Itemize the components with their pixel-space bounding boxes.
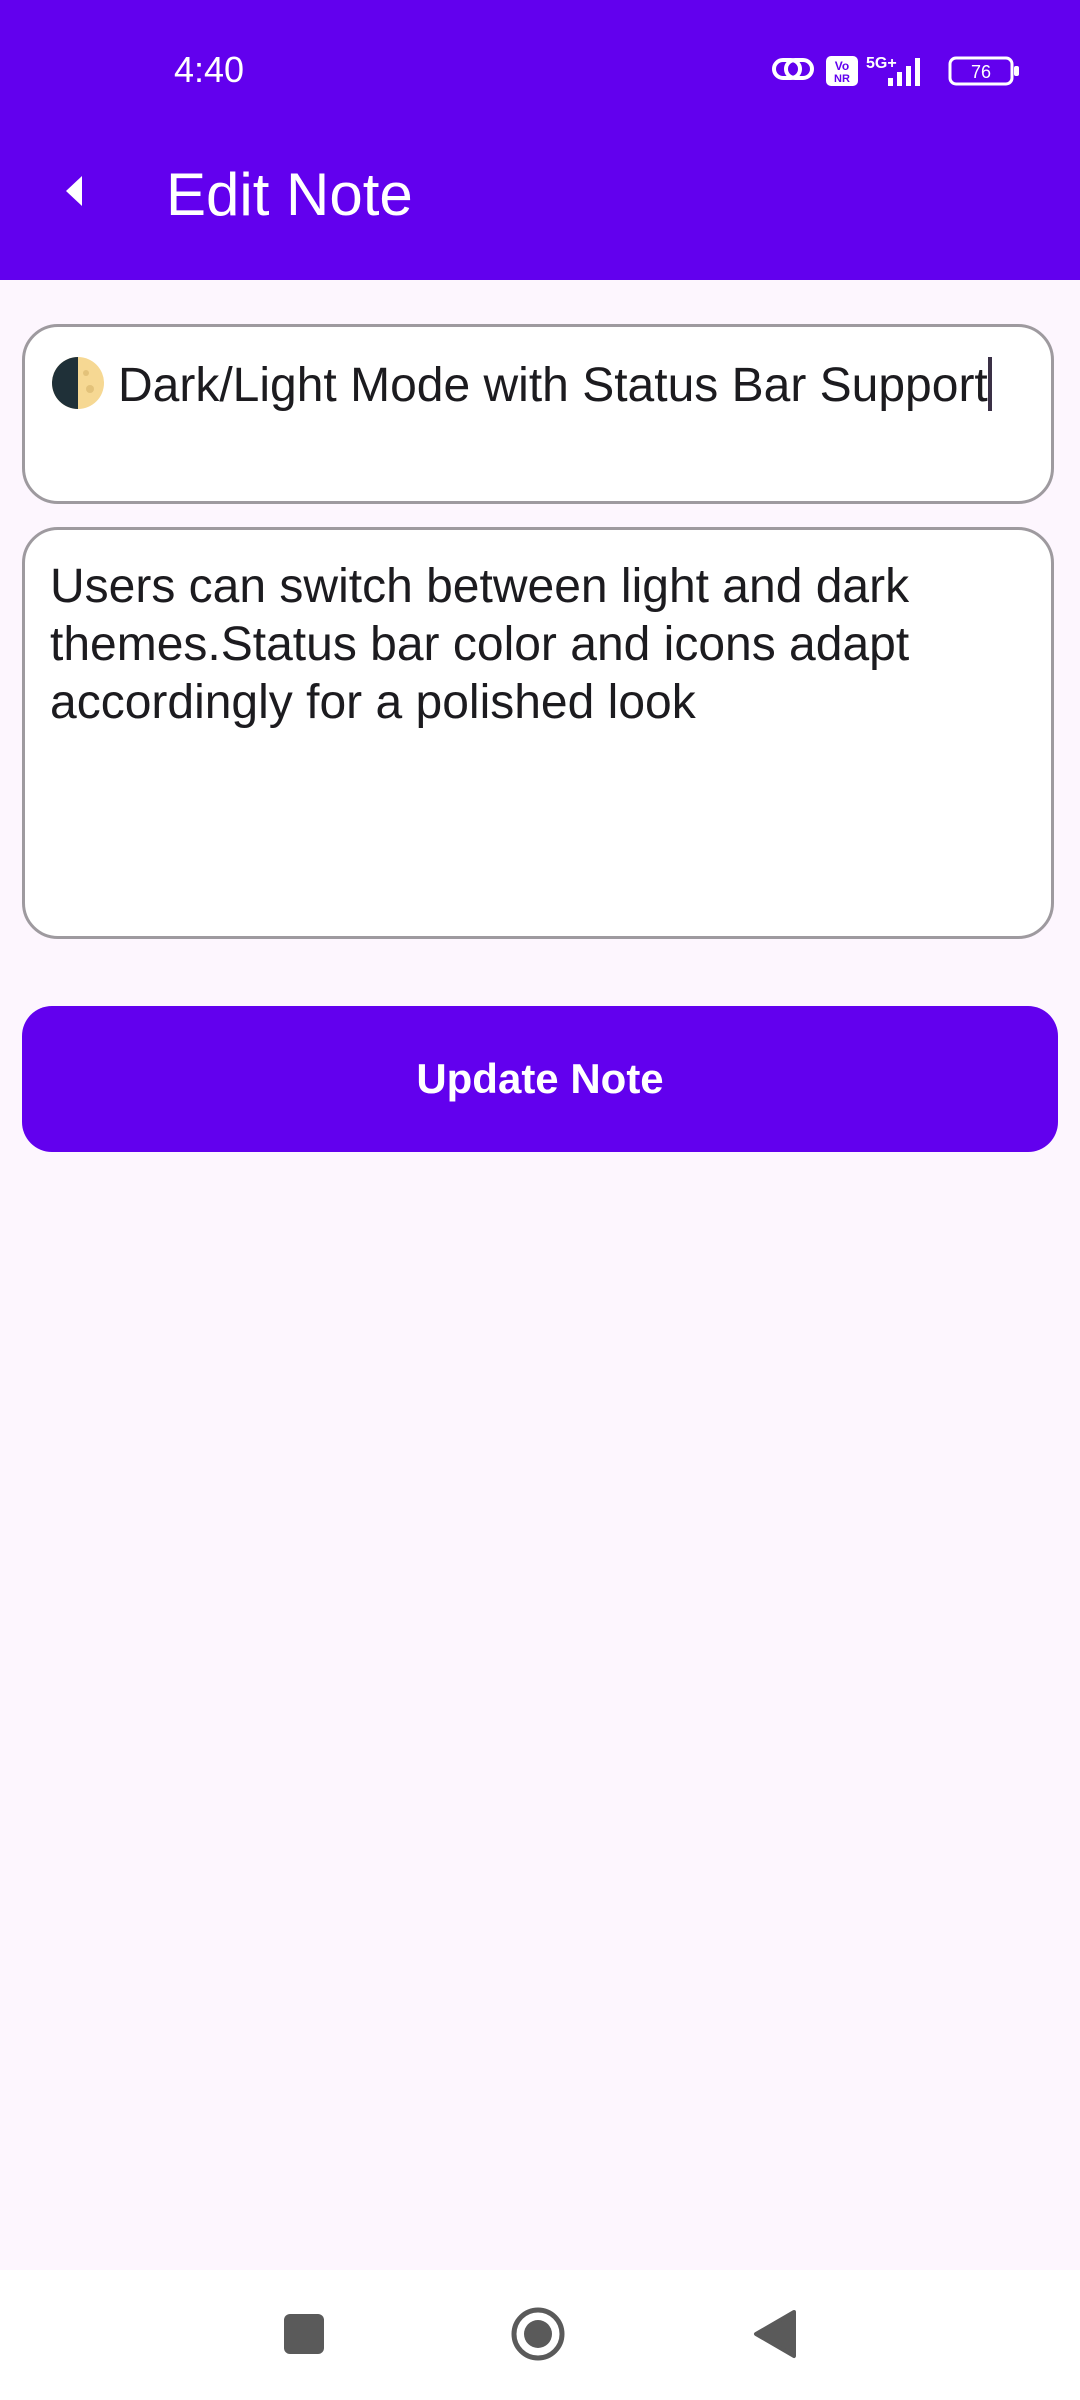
home-circle-icon[interactable] bbox=[510, 2306, 566, 2362]
battery-icon: 76 bbox=[948, 56, 1019, 86]
status-time: 4:40 bbox=[174, 49, 245, 90]
back-arrow-icon bbox=[66, 176, 82, 206]
vonr-label-bottom: NR bbox=[834, 73, 850, 85]
recents-square-icon[interactable] bbox=[284, 2314, 324, 2354]
back-triangle-icon[interactable] bbox=[750, 2308, 800, 2360]
page-title: Edit Note bbox=[166, 161, 413, 228]
back-button[interactable] bbox=[40, 152, 110, 230]
app-bar: 4:40 Vo NR 5G+ 76 Edit Note bbox=[0, 0, 1080, 280]
note-title-text: Dark/Light Mode with Status Bar Support bbox=[118, 359, 988, 412]
note-title-input[interactable]: Dark/Light Mode with Status Bar Support bbox=[22, 324, 1054, 504]
network-label: 5G+ bbox=[866, 55, 897, 72]
vonr-icon: Vo NR bbox=[826, 56, 858, 86]
link-icon bbox=[772, 58, 814, 80]
battery-level: 76 bbox=[971, 62, 991, 82]
status-icons: Vo NR 5G+ 76 bbox=[770, 48, 1030, 92]
system-nav-bar bbox=[0, 2270, 1080, 2400]
update-note-button[interactable]: Update Note bbox=[22, 1006, 1058, 1152]
text-cursor bbox=[987, 357, 992, 411]
vonr-label-top: Vo bbox=[835, 59, 849, 73]
moon-icon bbox=[52, 357, 104, 409]
note-content-input[interactable]: Users can switch between light and dark … bbox=[22, 527, 1054, 939]
status-icons-svg: Vo NR 5G+ 76 bbox=[772, 55, 1019, 86]
note-content-text: Users can switch between light and dark … bbox=[50, 560, 910, 729]
